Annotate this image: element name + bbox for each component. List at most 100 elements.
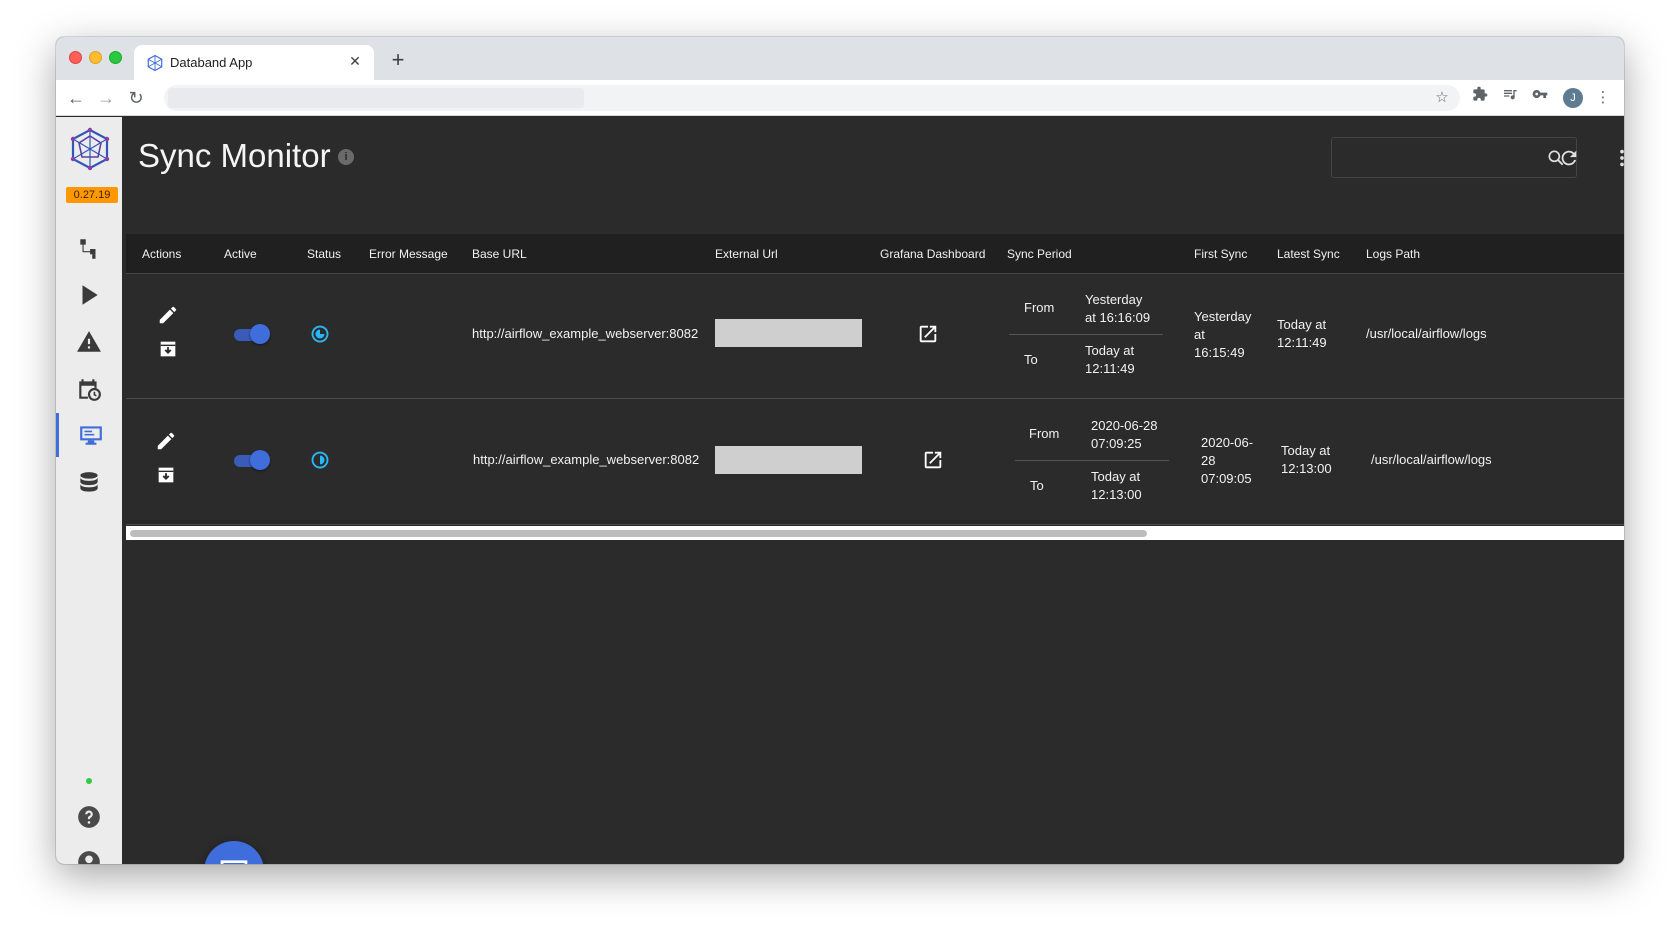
sidebar-item-account[interactable] [56,844,122,864]
column-header[interactable]: Base URL [472,247,527,261]
grafana-link-icon[interactable] [917,323,939,345]
column-header[interactable]: Logs Path [1366,247,1420,261]
column-header[interactable]: First Sync [1194,247,1247,261]
sync-from-line2: at 16:16:09 [1085,310,1151,325]
extensions-icon[interactable] [1468,86,1492,110]
column-header[interactable]: Sync Period [1007,247,1072,261]
sidebar-item-scheduler[interactable] [56,367,122,411]
table-row: http://airflow_example_webserver:8082 Fr… [126,274,1624,399]
refresh-icon[interactable] [1558,147,1580,169]
more-options-icon[interactable] [1611,147,1624,169]
logs-path: /usr/local/airflow/logs [1371,452,1492,467]
new-tab-button[interactable]: + [386,49,410,73]
databand-logo-icon[interactable] [68,127,112,171]
edit-icon[interactable] [155,430,177,452]
sync-from-label: From [1029,426,1060,441]
maximize-window-button[interactable] [109,51,122,64]
close-window-button[interactable] [69,51,82,64]
key-icon[interactable] [1528,86,1552,110]
address-bar[interactable] [164,85,1460,111]
base-url[interactable]: http://airflow_example_webserver:8082 [473,450,699,469]
grafana-link-icon[interactable] [922,449,944,471]
external-url-redacted[interactable] [715,446,862,474]
first-sync-line2: at [1194,327,1205,342]
column-header[interactable]: Latest Sync [1277,247,1340,261]
sidebar-item-pipelines[interactable] [56,227,122,271]
sidebar-item-sync-monitor[interactable] [56,413,122,457]
active-toggle[interactable] [234,450,270,470]
media-queue-icon[interactable] [1498,86,1522,110]
sidebar-item-runs[interactable] [56,273,122,317]
column-header[interactable]: External Url [715,247,778,261]
bookmark-star-icon[interactable]: ☆ [1430,86,1454,110]
monitor-icon [79,426,102,445]
sidebar-item-alerts[interactable] [56,320,122,364]
add-monitor-icon [220,860,248,864]
scrollbar-thumb[interactable] [130,530,1147,537]
first-sync-line2: 28 [1201,453,1216,468]
sync-to-line2: 12:13:00 [1091,487,1142,502]
address-url [168,88,584,108]
column-header[interactable]: Grafana Dashboard [880,247,985,261]
profile-avatar[interactable]: J [1563,88,1583,108]
latest-sync-line2: 12:13:00 [1281,461,1332,476]
table-row: http://airflow_example_webserver:8082 Fr… [126,400,1624,525]
sync-to-line1: Today at [1085,343,1135,358]
sync-period-divider [1009,334,1163,335]
search-box [1331,137,1577,178]
sync-status-icon [311,451,329,469]
sync-to-label: To [1030,478,1044,493]
edit-icon[interactable] [157,304,179,326]
sidebar-item-help[interactable] [56,799,122,835]
forward-icon[interactable]: → [94,86,118,110]
sync-from-line1: Yesterday [1085,292,1143,307]
sync-from-label: From [1024,300,1055,315]
first-sync-line3: 07:09:05 [1201,471,1252,486]
pipeline-icon [80,239,96,259]
page-title: Sync Monitor [138,137,331,174]
minimize-window-button[interactable] [89,51,102,64]
browser-toolbar: ← → ↻ ☆ J ⋮ [56,80,1624,116]
sync-to-line2: 12:11:49 [1085,361,1135,376]
tab-strip: Databand App ✕ + [56,37,1624,80]
column-header[interactable]: Error Message [369,247,448,261]
archive-icon[interactable] [155,464,177,486]
table-header: Actions Active Status Error Message Base… [126,234,1624,274]
base-url[interactable]: http://airflow_example_webserver:8082 [472,324,698,343]
help-icon [78,806,100,828]
sidebar-item-datasets[interactable] [56,461,122,505]
play-icon [82,285,98,305]
tab-close-icon[interactable]: ✕ [344,50,366,72]
latest-sync-line1: Today at [1281,443,1331,458]
first-sync-line1: 2020-06- [1201,435,1254,450]
warning-icon [77,331,101,352]
calendar-clock-icon [79,379,101,401]
tab-title: Databand App [170,55,253,70]
first-sync-line1: Yesterday [1194,309,1252,324]
browser-window: Databand App ✕ + ← → ↻ ☆ J ⋮ 0.27.19 Syn… [56,37,1624,864]
latest-sync-line1: Today at [1277,317,1327,332]
table-horizontal-scrollbar[interactable] [126,526,1624,540]
active-toggle[interactable] [234,324,270,344]
external-url-redacted[interactable] [715,319,862,347]
app-sidebar: 0.27.19 [56,117,122,864]
search-input[interactable] [1340,146,1530,170]
back-icon[interactable]: ← [64,86,88,110]
archive-icon[interactable] [157,338,179,360]
sync-from-line1: 2020-06-28 [1091,418,1158,433]
column-header[interactable]: Actions [142,247,181,261]
add-monitor-button[interactable] [204,841,264,864]
chrome-menu-icon[interactable]: ⋮ [1591,86,1615,110]
account-icon [78,851,100,864]
reload-icon[interactable]: ↻ [124,86,148,110]
first-sync-line3: 16:15:49 [1194,345,1245,360]
info-icon[interactable]: i [338,149,354,165]
browser-tab[interactable]: Databand App ✕ [134,45,374,80]
sync-from-line2: 07:09:25 [1091,436,1142,451]
sync-status-icon [311,325,329,343]
column-header[interactable]: Status [307,247,341,261]
connection-status-dot [86,778,92,784]
sync-to-label: To [1024,352,1038,367]
latest-sync-line2: 12:11:49 [1277,335,1327,350]
column-header[interactable]: Active [224,247,257,261]
